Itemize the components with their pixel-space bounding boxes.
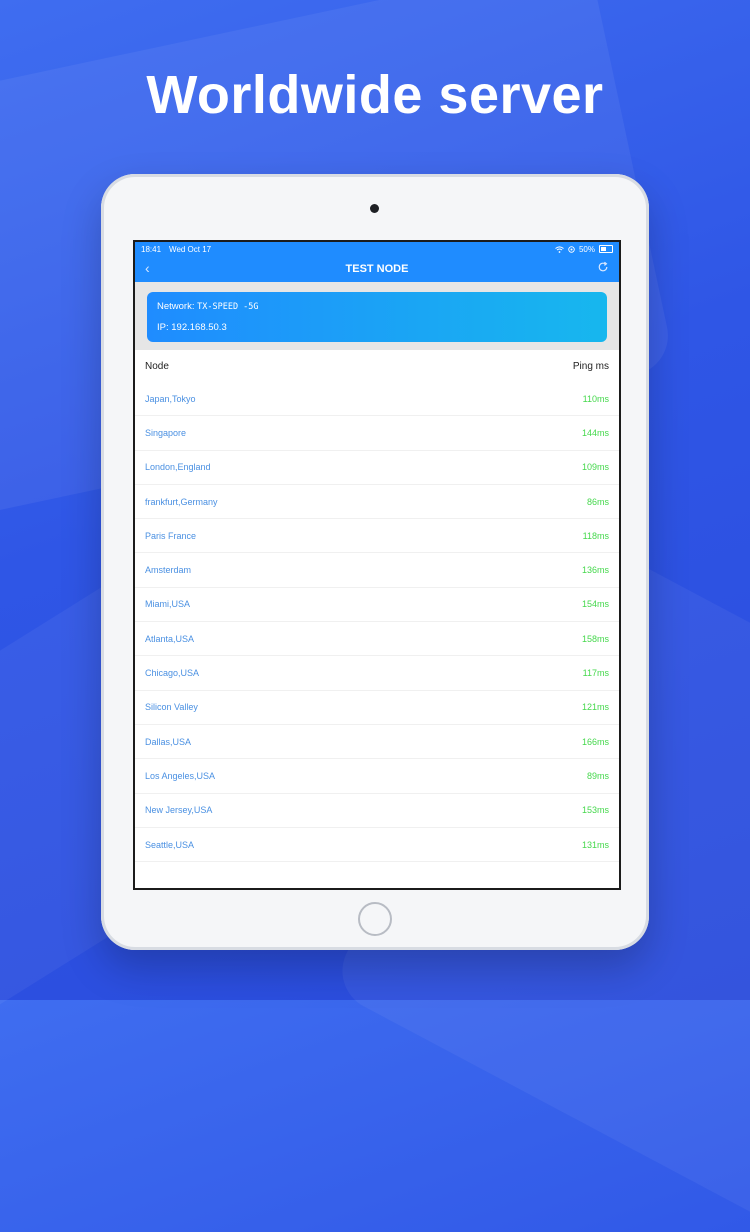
node-row[interactable]: frankfurt,Germany 86ms [135,485,619,520]
node-ping: 118ms [582,530,609,541]
chevron-left-icon[interactable]: ‹ [145,260,150,276]
node-name: Chicago,USA [145,668,200,679]
node-row[interactable]: Silicon Valley 121ms [135,691,619,725]
node-ping: 86ms [586,496,609,507]
node-name: Miami,USA [145,599,191,610]
node-ping: 136ms [581,565,609,576]
node-row[interactable]: Amsterdam 136ms [135,553,619,588]
node-row[interactable]: Singapore 144ms [135,416,619,451]
network-info-card: Network: TX-SPEED -5G IP: 192.168.50.3 [147,292,607,342]
column-header-ping: Ping ms [572,360,609,372]
node-ping: 121ms [581,702,609,713]
battery-percent: 50% [578,244,595,254]
node-name: Singapore [145,427,187,438]
node-row[interactable]: New Jersey,USA 153ms [135,794,619,828]
tablet-frame: 18:41 Wed Oct 17 50% ‹ TEST NODE Network… [101,174,649,950]
nav-bar: ‹ TEST NODE [135,256,619,282]
node-ping: 110ms [582,393,609,404]
node-ping: 153ms [581,805,609,816]
status-date: Wed Oct 17 [169,244,212,254]
node-row[interactable]: Los Angeles,USA 89ms [135,759,619,794]
app-screen: 18:41 Wed Oct 17 50% ‹ TEST NODE Network… [133,240,621,890]
network-panel: Network: TX-SPEED -5G IP: 192.168.50.3 [135,282,619,350]
ip-value: 192.168.50.3 [171,322,227,333]
node-name: Paris France [145,530,197,541]
page-title: TEST NODE [345,263,409,275]
node-row[interactable]: Atlanta,USA 158ms [135,622,619,657]
node-row[interactable]: Paris France 118ms [135,519,619,554]
node-ping: 166ms [581,736,609,747]
node-name: frankfurt,Germany [145,496,218,507]
status-time: 18:41 [141,244,162,254]
node-name: Atlanta,USA [145,633,195,644]
node-name: Amsterdam [145,565,192,576]
node-ping: 144ms [581,427,609,438]
location-icon [568,245,575,253]
node-row[interactable]: Seattle,USA 131ms [135,828,619,863]
node-row[interactable]: London,England 109ms [135,451,619,485]
wifi-icon [555,245,564,253]
network-name: TX-SPEED -5G [197,302,259,312]
node-ping: 89ms [586,770,609,781]
network-label: Network: [157,301,195,312]
home-button[interactable] [358,902,392,936]
node-name: Los Angeles,USA [145,770,216,781]
node-ping: 154ms [581,599,609,610]
table-header: Node Ping ms [135,350,619,382]
node-ping: 158ms [581,633,609,644]
node-row[interactable]: Miami,USA 154ms [135,588,619,623]
network-line: Network: TX-SPEED -5G [157,301,597,312]
node-ping: 131ms [581,839,609,850]
ip-label: IP: [157,322,169,333]
status-bar: 18:41 Wed Oct 17 50% [135,242,619,256]
column-header-node: Node [145,360,169,372]
node-name: London,England [145,462,211,473]
camera-icon [370,204,379,213]
node-row[interactable]: Japan,Tokyo 110ms [135,382,619,417]
node-name: Japan,Tokyo [145,393,196,404]
node-row[interactable]: Dallas,USA 166ms [135,725,619,760]
battery-icon [599,245,613,253]
refresh-icon[interactable] [597,261,609,273]
node-list: Japan,Tokyo 110ms Singapore 144ms London,E… [135,382,619,863]
headline: Worldwide server [146,65,604,125]
node-ping: 109ms [581,462,609,473]
node-name: Seattle,USA [145,839,195,850]
ip-line: IP: 192.168.50.3 [157,322,597,333]
node-name: Silicon Valley [145,702,198,713]
node-name: New Jersey,USA [145,805,213,816]
node-ping: 117ms [582,668,609,679]
node-name: Dallas,USA [145,736,192,747]
node-row[interactable]: Chicago,USA 117ms [135,656,619,691]
